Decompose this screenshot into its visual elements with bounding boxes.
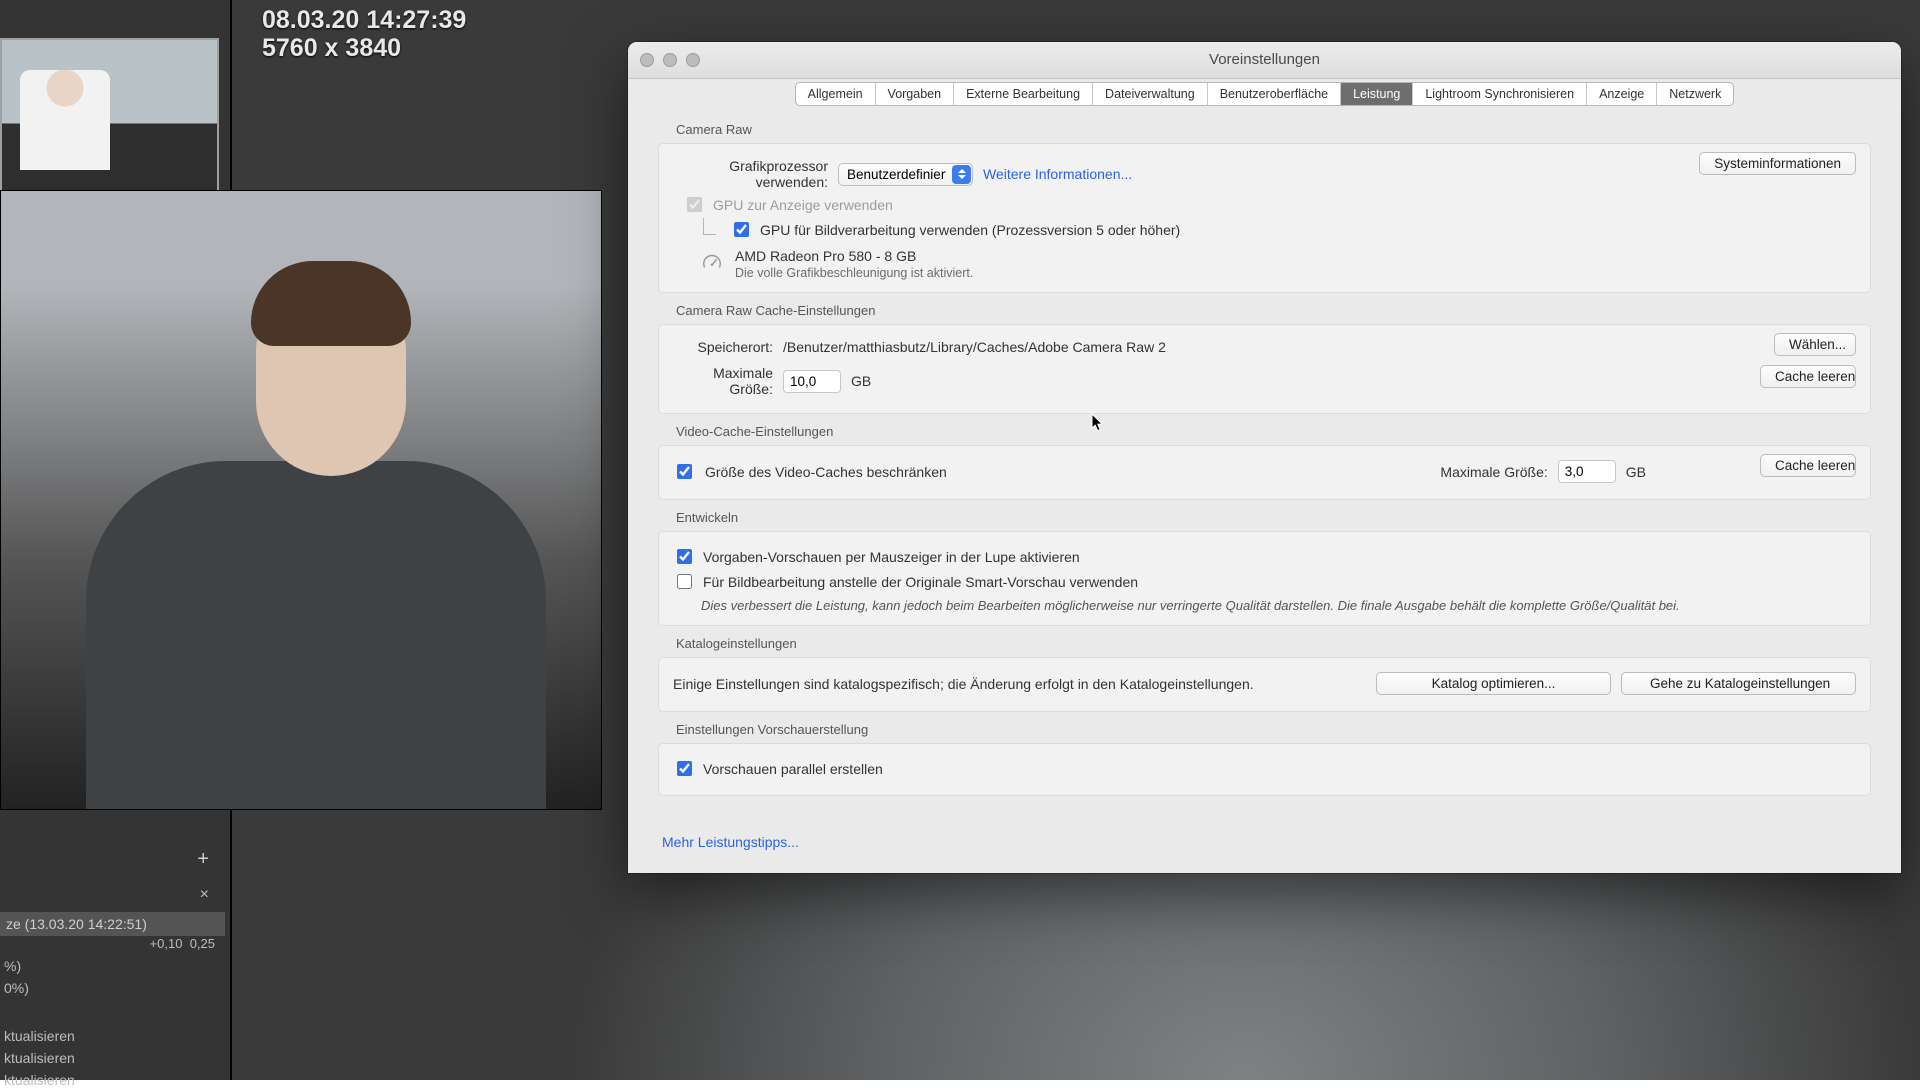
mouse-cursor (1091, 413, 1105, 433)
section-catalog: Einige Einstellungen sind katalogspezifi… (658, 657, 1871, 712)
tab-allgemein[interactable]: Allgemein (796, 83, 876, 105)
gpu-status: Die volle Grafikbeschleunigung ist aktiv… (735, 266, 973, 280)
gpu-display-label: GPU zur Anzeige verwenden (713, 197, 893, 213)
video-cache-max-input[interactable] (1558, 460, 1616, 483)
catalog-optimize-button[interactable]: Katalog optimieren... (1376, 672, 1611, 695)
video-cache-purge-button[interactable]: Cache leeren (1760, 454, 1856, 477)
smart-preview-checkbox[interactable] (677, 574, 692, 589)
gpu-display-checkbox (687, 197, 702, 212)
cache-purge-button[interactable]: Cache leeren (1760, 365, 1856, 388)
video-cache-limit-checkbox[interactable] (677, 464, 692, 479)
history-values: +0,10 0,25 (0, 936, 225, 951)
tree-elbow-icon (703, 218, 716, 235)
section-develop: Vorgaben-Vorschauen per Mauszeiger in de… (658, 531, 1871, 626)
add-icon[interactable]: + (197, 848, 209, 871)
section-develop-title: Entwickeln (676, 510, 1871, 525)
image-timestamp: 08.03.20 14:27:39 (262, 6, 466, 35)
cache-max-unit: GB (851, 373, 871, 389)
smart-preview-hint: Dies verbessert die Leistung, kann jedoc… (701, 598, 1856, 613)
hover-preview-label: Vorgaben-Vorschauen per Mauszeiger in de… (703, 549, 1080, 565)
video-cache-max-unit: GB (1626, 464, 1646, 480)
cache-max-input[interactable] (783, 370, 841, 393)
prefs-content: Camera Raw Grafikprozessor verwenden: Be… (658, 112, 1871, 861)
section-camera-raw-title: Camera Raw (676, 122, 1871, 137)
section-video-cache-title: Video-Cache-Einstellungen (676, 424, 1871, 439)
catalog-settings-button[interactable]: Gehe zu Katalogeinstellungen (1621, 672, 1856, 695)
cache-choose-button[interactable]: Wählen... (1774, 333, 1856, 356)
section-preview-gen: Vorschauen parallel erstellen (658, 743, 1871, 796)
preferences-window: Voreinstellungen AllgemeinVorgabenExtern… (628, 42, 1901, 873)
gpu-processing-checkbox[interactable] (734, 222, 749, 237)
truncated-action-1[interactable]: ktualisieren (0, 1028, 225, 1044)
tab-vorgaben[interactable]: Vorgaben (876, 83, 955, 105)
cache-location-label: Speicherort: (673, 339, 773, 355)
gpu-use-label: Grafikprozessor verwenden: (673, 158, 828, 190)
window-title: Voreinstellungen (628, 51, 1901, 68)
section-camera-raw: Grafikprozessor verwenden: Benutzerdefin… (658, 143, 1871, 293)
gpu-processing-label: GPU für Bildverarbeitung verwenden (Proz… (760, 222, 1180, 238)
truncated-action-3[interactable]: ktualisieren (0, 1072, 225, 1088)
tab-lightroom-synchronisieren[interactable]: Lightroom Synchronisieren (1413, 83, 1587, 105)
gpu-more-info-link[interactable]: Weitere Informationen... (983, 166, 1132, 182)
close-icon[interactable]: × (200, 886, 209, 904)
gauge-icon (701, 251, 723, 273)
smart-preview-label: Für Bildbearbeitung anstelle der Origina… (703, 574, 1138, 590)
section-catalog-title: Katalogeinstellungen (676, 636, 1871, 651)
video-cache-max-label: Maximale Größe: (1440, 464, 1547, 480)
system-info-button[interactable]: Systeminformationen (1699, 152, 1856, 175)
section-cr-cache-title: Camera Raw Cache-Einstellungen (676, 303, 1871, 318)
gpu-use-select-wrap: Benutzerdefiniert (838, 163, 973, 186)
tab-benutzeroberfläche[interactable]: Benutzeroberfläche (1208, 83, 1341, 105)
section-video-cache: Größe des Video-Caches beschränken Maxim… (658, 445, 1871, 500)
catalog-note: Einige Einstellungen sind katalogspezifi… (673, 676, 1254, 692)
truncated-text-2: 0%) (0, 980, 225, 996)
section-cr-cache: Speicherort: /Benutzer/matthiasbutz/Libr… (658, 324, 1871, 414)
video-cache-limit-label: Größe des Video-Caches beschränken (705, 464, 947, 480)
tab-dateiverwaltung[interactable]: Dateiverwaltung (1093, 83, 1208, 105)
truncated-text-1: %) (0, 958, 225, 974)
truncated-action-2[interactable]: ktualisieren (0, 1050, 225, 1066)
parallel-preview-checkbox[interactable] (677, 761, 692, 776)
hover-preview-checkbox[interactable] (677, 549, 692, 564)
section-preview-gen-title: Einstellungen Vorschauerstellung (676, 722, 1871, 737)
filmstrip-thumbnail[interactable] (0, 38, 219, 194)
gpu-name: AMD Radeon Pro 580 - 8 GB (735, 248, 973, 264)
cache-max-label: Maximale Größe: (673, 365, 773, 397)
more-performance-tips-link[interactable]: Mehr Leistungstipps... (662, 834, 799, 850)
gpu-use-select[interactable]: Benutzerdefiniert (838, 163, 973, 186)
tab-leistung[interactable]: Leistung (1341, 83, 1413, 105)
history-entry[interactable]: ze (13.03.20 14:22:51) (0, 912, 225, 936)
tab-netzwerk[interactable]: Netzwerk (1657, 83, 1733, 105)
tab-externe-bearbeitung[interactable]: Externe Bearbeitung (954, 83, 1093, 105)
window-titlebar[interactable]: Voreinstellungen (628, 42, 1901, 79)
parallel-preview-label: Vorschauen parallel erstellen (703, 761, 883, 777)
tab-anzeige[interactable]: Anzeige (1587, 83, 1657, 105)
cache-location-value: /Benutzer/matthiasbutz/Library/Caches/Ad… (783, 339, 1166, 355)
webcam-overlay (0, 190, 602, 810)
prefs-tabbar: AllgemeinVorgabenExterne BearbeitungDate… (628, 82, 1901, 106)
image-dimensions: 5760 x 3840 (262, 34, 401, 63)
